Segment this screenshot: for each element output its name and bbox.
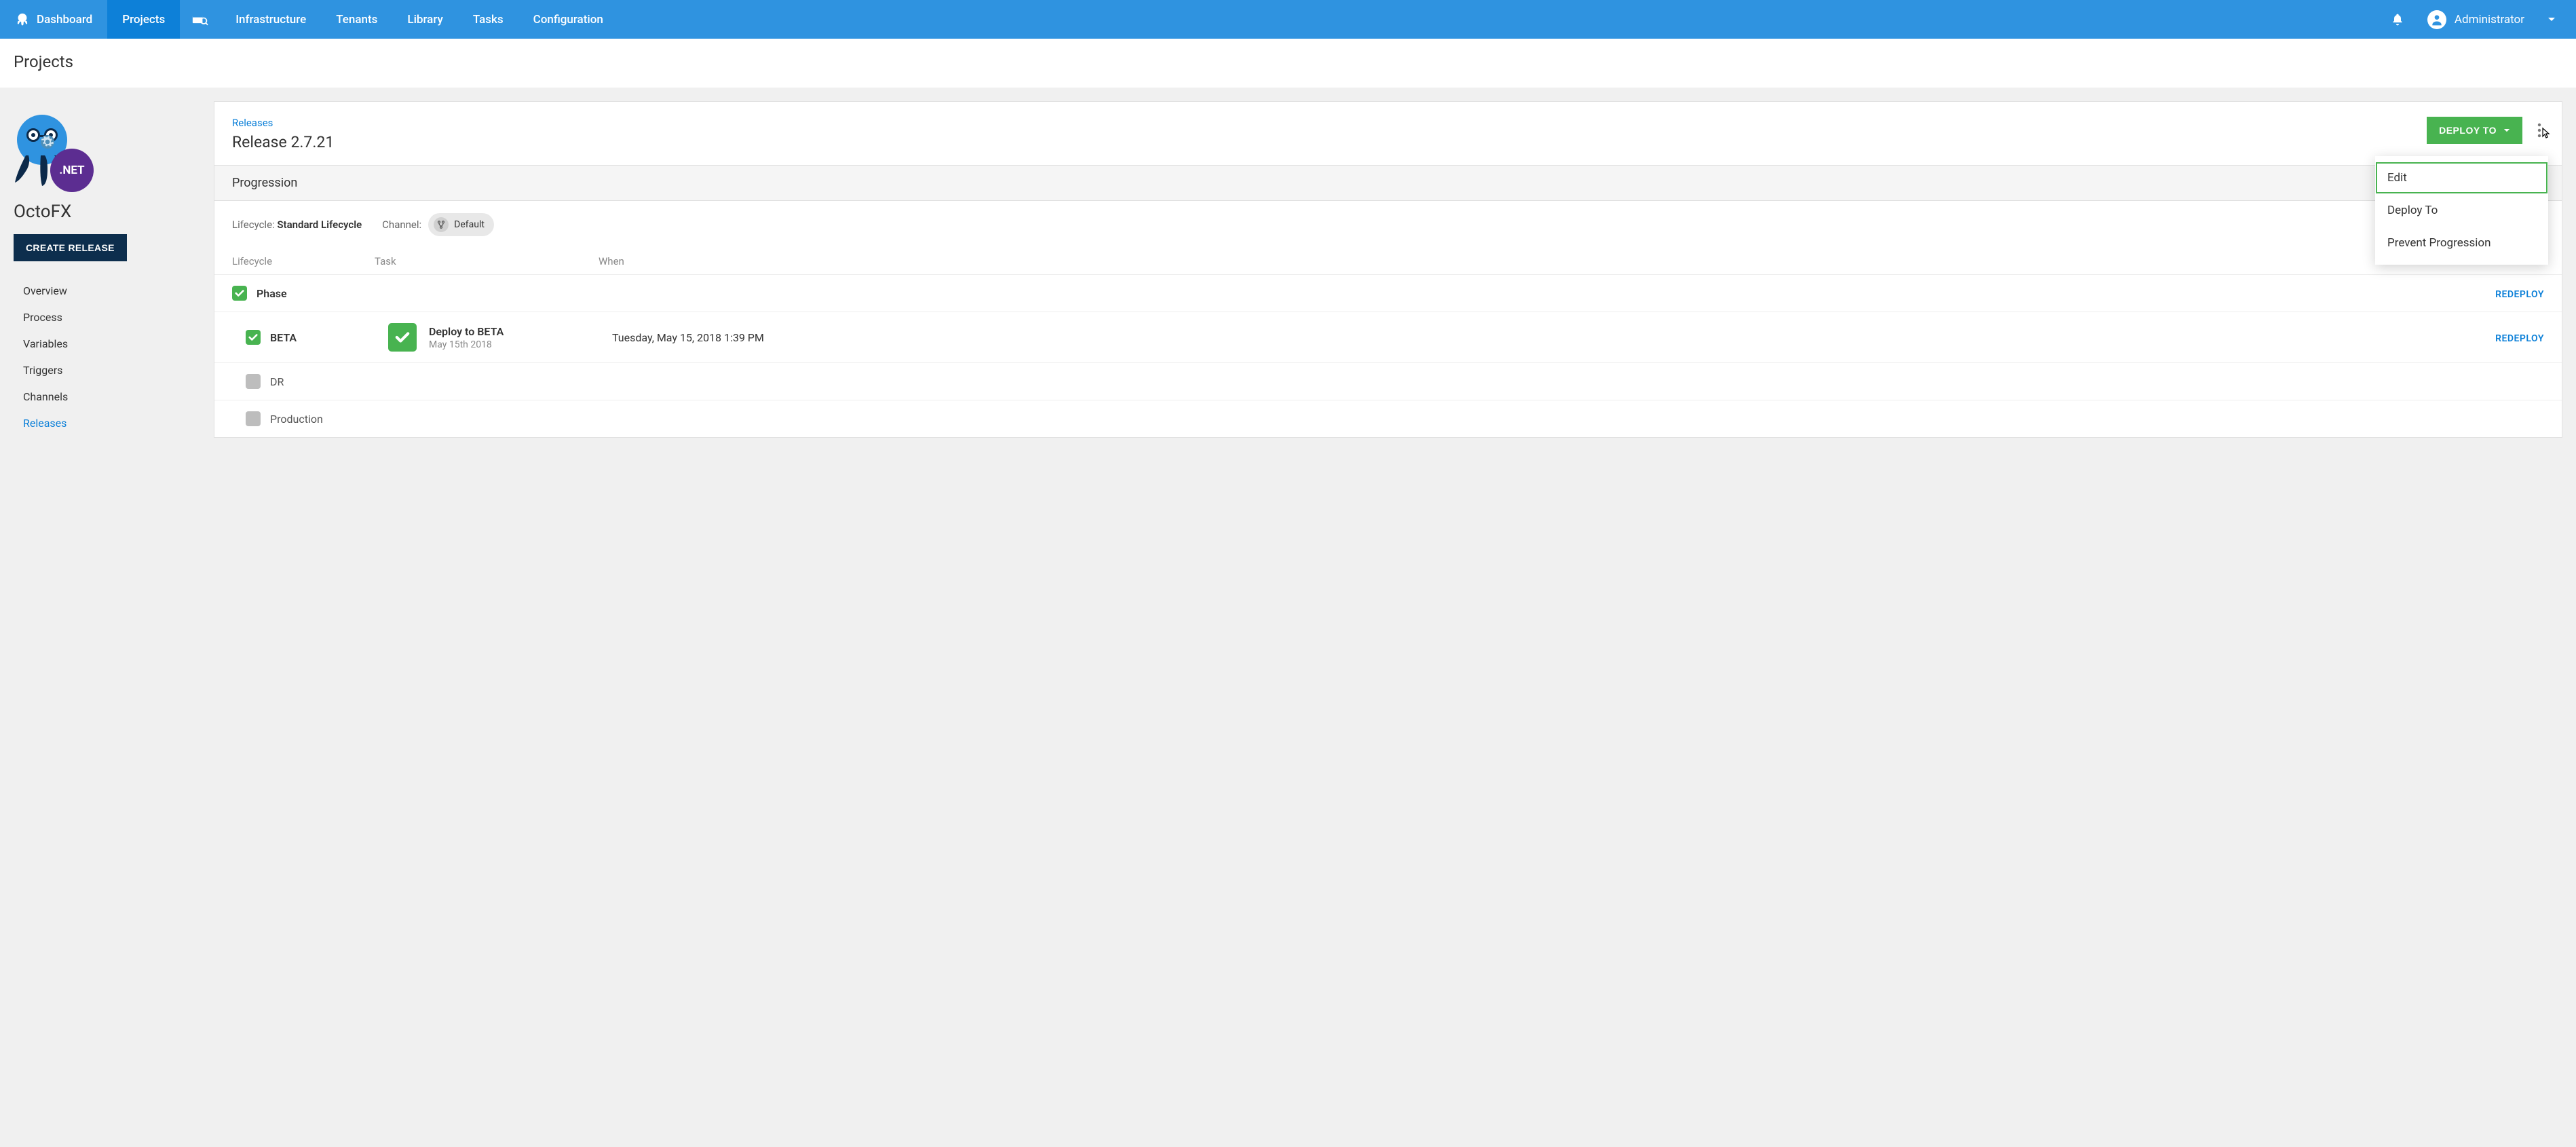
nav-dashboard-label: Dashboard — [37, 13, 92, 26]
nav-configuration[interactable]: Configuration — [518, 0, 618, 39]
pending-icon — [246, 374, 261, 389]
notifications-button[interactable] — [2384, 12, 2411, 27]
create-release-button[interactable]: CREATE RELEASE — [14, 234, 127, 261]
nav-configuration-label: Configuration — [533, 13, 603, 26]
search-icon — [192, 13, 208, 26]
task-status-icon — [388, 323, 417, 352]
sidebar-item-triggers[interactable]: Triggers — [14, 357, 200, 383]
sidebar-item-label: Channels — [23, 390, 68, 403]
overflow-menu-item-label: Deploy To — [2387, 204, 2438, 217]
sidebar-item-process[interactable]: Process — [14, 304, 200, 331]
octopus-logo-icon — [15, 12, 30, 27]
nav-library-label: Library — [407, 13, 442, 26]
col-header-lifecycle: Lifecycle — [232, 255, 375, 267]
phase-row: Phase REDEPLOY — [214, 275, 2562, 312]
lifecycle-value: Standard Lifecycle — [277, 219, 362, 231]
caret-down-icon — [2503, 128, 2510, 133]
progression-table: Lifecycle Task When Phase REDEPLOY — [214, 248, 2562, 437]
breadcrumb-releases[interactable]: Releases — [232, 117, 2427, 129]
overflow-menu: Edit Deploy To Prevent Progression — [2375, 156, 2548, 265]
when-label: Tuesday, May 15, 2018 1:39 PM — [612, 331, 764, 344]
nav-infrastructure[interactable]: Infrastructure — [221, 0, 321, 39]
task-title[interactable]: Deploy to BETA — [429, 325, 504, 338]
main-panel: Releases Release 2.7.21 DEPLOY TO — [214, 101, 2562, 438]
sidebar-item-releases[interactable]: Releases — [14, 410, 200, 436]
env-label: Production — [270, 413, 323, 426]
dotnet-badge: .NET — [50, 149, 94, 192]
gear-icon — [41, 135, 54, 149]
release-title: Release 2.7.21 — [232, 133, 2427, 151]
check-icon — [232, 286, 247, 301]
release-meta: Lifecycle: Standard Lifecycle Channel: D… — [214, 201, 2562, 248]
table-row: BETA Deploy to BETA May 15th 2018 Tuesda… — [214, 312, 2562, 363]
project-sidebar: .NET OctoFX CREATE RELEASE Overview Proc… — [14, 101, 200, 436]
branch-icon — [434, 217, 449, 232]
user-menu-caret[interactable] — [2541, 17, 2562, 22]
sidebar-item-label: Releases — [23, 417, 67, 430]
page-header: Projects — [0, 39, 2576, 88]
task-subtitle: May 15th 2018 — [429, 339, 504, 350]
nav-tenants-label: Tenants — [336, 13, 377, 26]
table-header: Lifecycle Task When — [214, 248, 2562, 275]
sidebar-item-channels[interactable]: Channels — [14, 383, 200, 410]
sidebar-item-label: Overview — [23, 284, 67, 297]
col-header-task: Task — [375, 255, 599, 267]
overflow-menu-button[interactable] — [2535, 120, 2544, 140]
sidebar-item-label: Process — [23, 311, 62, 324]
overflow-menu-item-label: Edit — [2387, 171, 2407, 185]
cursor-icon — [2540, 127, 2551, 140]
overflow-menu-deploy-to[interactable]: Deploy To — [2375, 194, 2548, 227]
progression-section-header: Progression — [214, 165, 2562, 201]
redeploy-button[interactable]: REDEPLOY — [2495, 289, 2544, 300]
nav-tasks[interactable]: Tasks — [458, 0, 518, 39]
sidebar-item-label: Variables — [23, 337, 68, 350]
deploy-to-button[interactable]: DEPLOY TO — [2427, 117, 2522, 144]
channel-chip[interactable]: Default — [428, 213, 494, 236]
caret-down-icon — [2547, 17, 2556, 22]
nav-projects-label: Projects — [122, 13, 165, 26]
nav-tenants[interactable]: Tenants — [321, 0, 392, 39]
table-row: Production — [214, 400, 2562, 437]
page-title: Projects — [14, 52, 2562, 71]
dotnet-badge-label: .NET — [59, 164, 84, 177]
pending-icon — [246, 411, 261, 426]
deploy-to-button-label: DEPLOY TO — [2439, 125, 2497, 136]
avatar-icon — [2427, 10, 2446, 29]
channel-value: Default — [454, 219, 485, 230]
nav-library[interactable]: Library — [392, 0, 457, 39]
user-name-label: Administrator — [2455, 13, 2524, 26]
channel-label: Channel: — [382, 219, 421, 231]
user-menu[interactable]: Administrator — [2421, 10, 2531, 29]
bell-icon — [2391, 12, 2404, 27]
project-name: OctoFX — [14, 202, 200, 222]
create-release-button-label: CREATE RELEASE — [26, 242, 115, 253]
nav-dashboard[interactable]: Dashboard — [0, 0, 107, 39]
lifecycle-label: Lifecycle: — [232, 219, 275, 231]
nav-search[interactable] — [180, 0, 221, 39]
overflow-menu-prevent-progression[interactable]: Prevent Progression — [2375, 227, 2548, 259]
env-label: DR — [270, 375, 284, 388]
env-label: BETA — [270, 331, 297, 344]
nav-projects[interactable]: Projects — [107, 0, 180, 39]
sidebar-item-variables[interactable]: Variables — [14, 331, 200, 357]
col-header-when: When — [599, 255, 850, 267]
sidebar-item-label: Triggers — [23, 364, 62, 377]
table-row: DR — [214, 363, 2562, 400]
phase-label: Phase — [257, 287, 287, 300]
redeploy-button[interactable]: REDEPLOY — [2495, 333, 2544, 344]
overflow-menu-item-label: Prevent Progression — [2387, 236, 2491, 250]
project-nav: Overview Process Variables Triggers Chan… — [14, 278, 200, 436]
check-icon — [246, 330, 261, 345]
sidebar-item-overview[interactable]: Overview — [14, 278, 200, 304]
nav-tasks-label: Tasks — [473, 13, 504, 26]
top-navbar: Dashboard Projects Infrastructure Tenant… — [0, 0, 2576, 39]
nav-infrastructure-label: Infrastructure — [235, 13, 306, 26]
project-logo: .NET — [14, 115, 88, 189]
overflow-menu-edit[interactable]: Edit — [2375, 162, 2548, 194]
